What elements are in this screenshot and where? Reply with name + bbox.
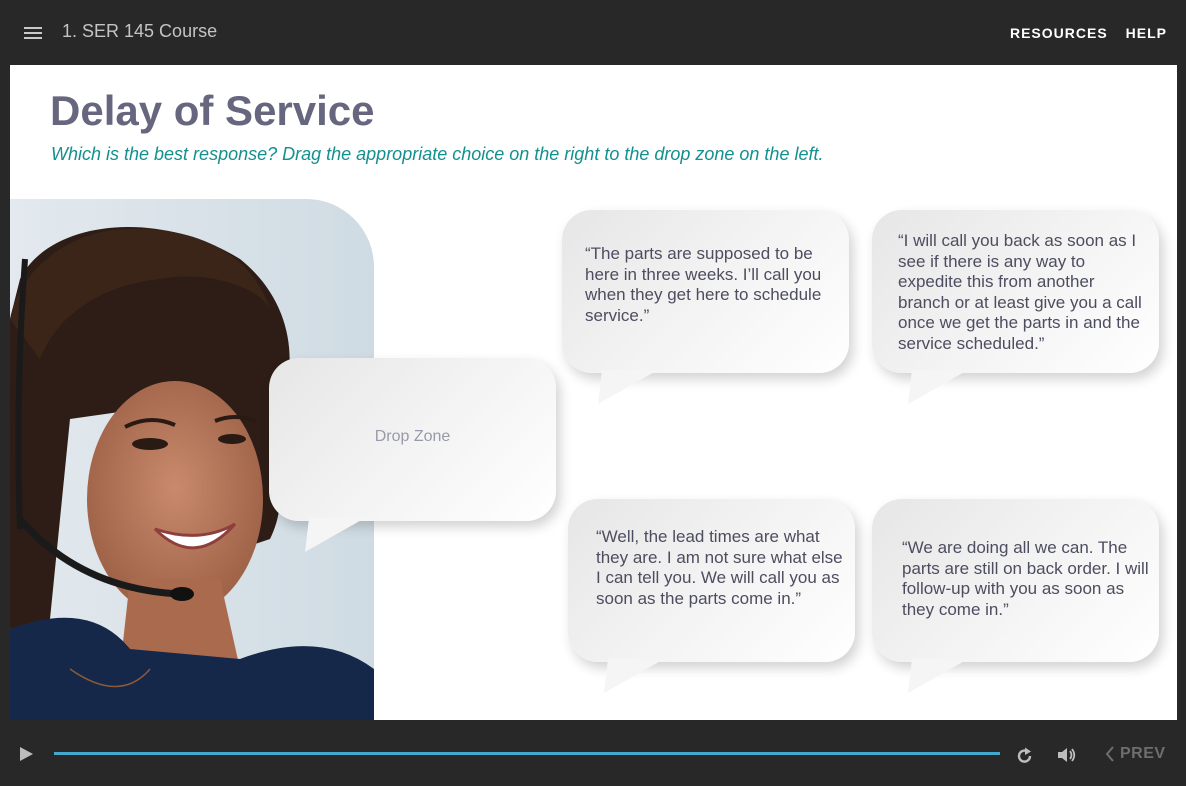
chevron-left-icon — [1105, 746, 1114, 762]
help-link[interactable]: HELP — [1126, 25, 1167, 41]
drop-zone[interactable]: Drop Zone — [269, 358, 556, 552]
drop-zone-label: Drop Zone — [374, 428, 451, 445]
slide-canvas: Delay of Service Which is the best respo… — [10, 65, 1177, 720]
resources-link[interactable]: RESOURCES — [1010, 25, 1108, 41]
progress-fill — [54, 752, 1000, 755]
top-links: RESOURCES HELP — [1010, 25, 1167, 41]
replay-icon[interactable] — [1016, 747, 1034, 765]
slide-title: Delay of Service — [50, 87, 375, 134]
course-title: 1. SER 145 Course — [62, 21, 218, 41]
hamburger-menu-icon[interactable] — [24, 27, 42, 41]
volume-icon[interactable] — [1057, 746, 1077, 764]
progress-bar[interactable] — [54, 752, 1000, 755]
slide-instructions: Which is the best response? Drag the app… — [51, 144, 824, 164]
speech-tail-icon — [908, 370, 968, 404]
choice-text: “We are doing all we can. The parts are … — [902, 538, 1149, 619]
speech-tail-icon — [604, 659, 664, 693]
choice-3[interactable]: “Well, the lead times are what they are.… — [568, 499, 855, 693]
choice-4[interactable]: “We are doing all we can. The parts are … — [872, 499, 1159, 693]
choice-text: “The parts are supposed to be here in th… — [585, 244, 822, 325]
prev-button[interactable]: PREV — [1104, 745, 1166, 763]
player-controls: PREV — [0, 720, 1186, 786]
speech-tail-icon — [908, 659, 968, 693]
top-bar: 1. SER 145 Course RESOURCES HELP — [0, 0, 1186, 65]
choice-text: “I will call you back as soon as I see i… — [898, 231, 1142, 353]
prev-label: PREV — [1120, 745, 1166, 762]
choice-2[interactable]: “I will call you back as soon as I see i… — [872, 210, 1159, 404]
choice-1[interactable]: “The parts are supposed to be here in th… — [562, 210, 849, 404]
choice-text: “Well, the lead times are what they are.… — [596, 527, 843, 608]
speech-tail-icon — [598, 370, 658, 404]
play-icon[interactable] — [20, 747, 33, 761]
speech-tail-icon — [305, 518, 365, 552]
